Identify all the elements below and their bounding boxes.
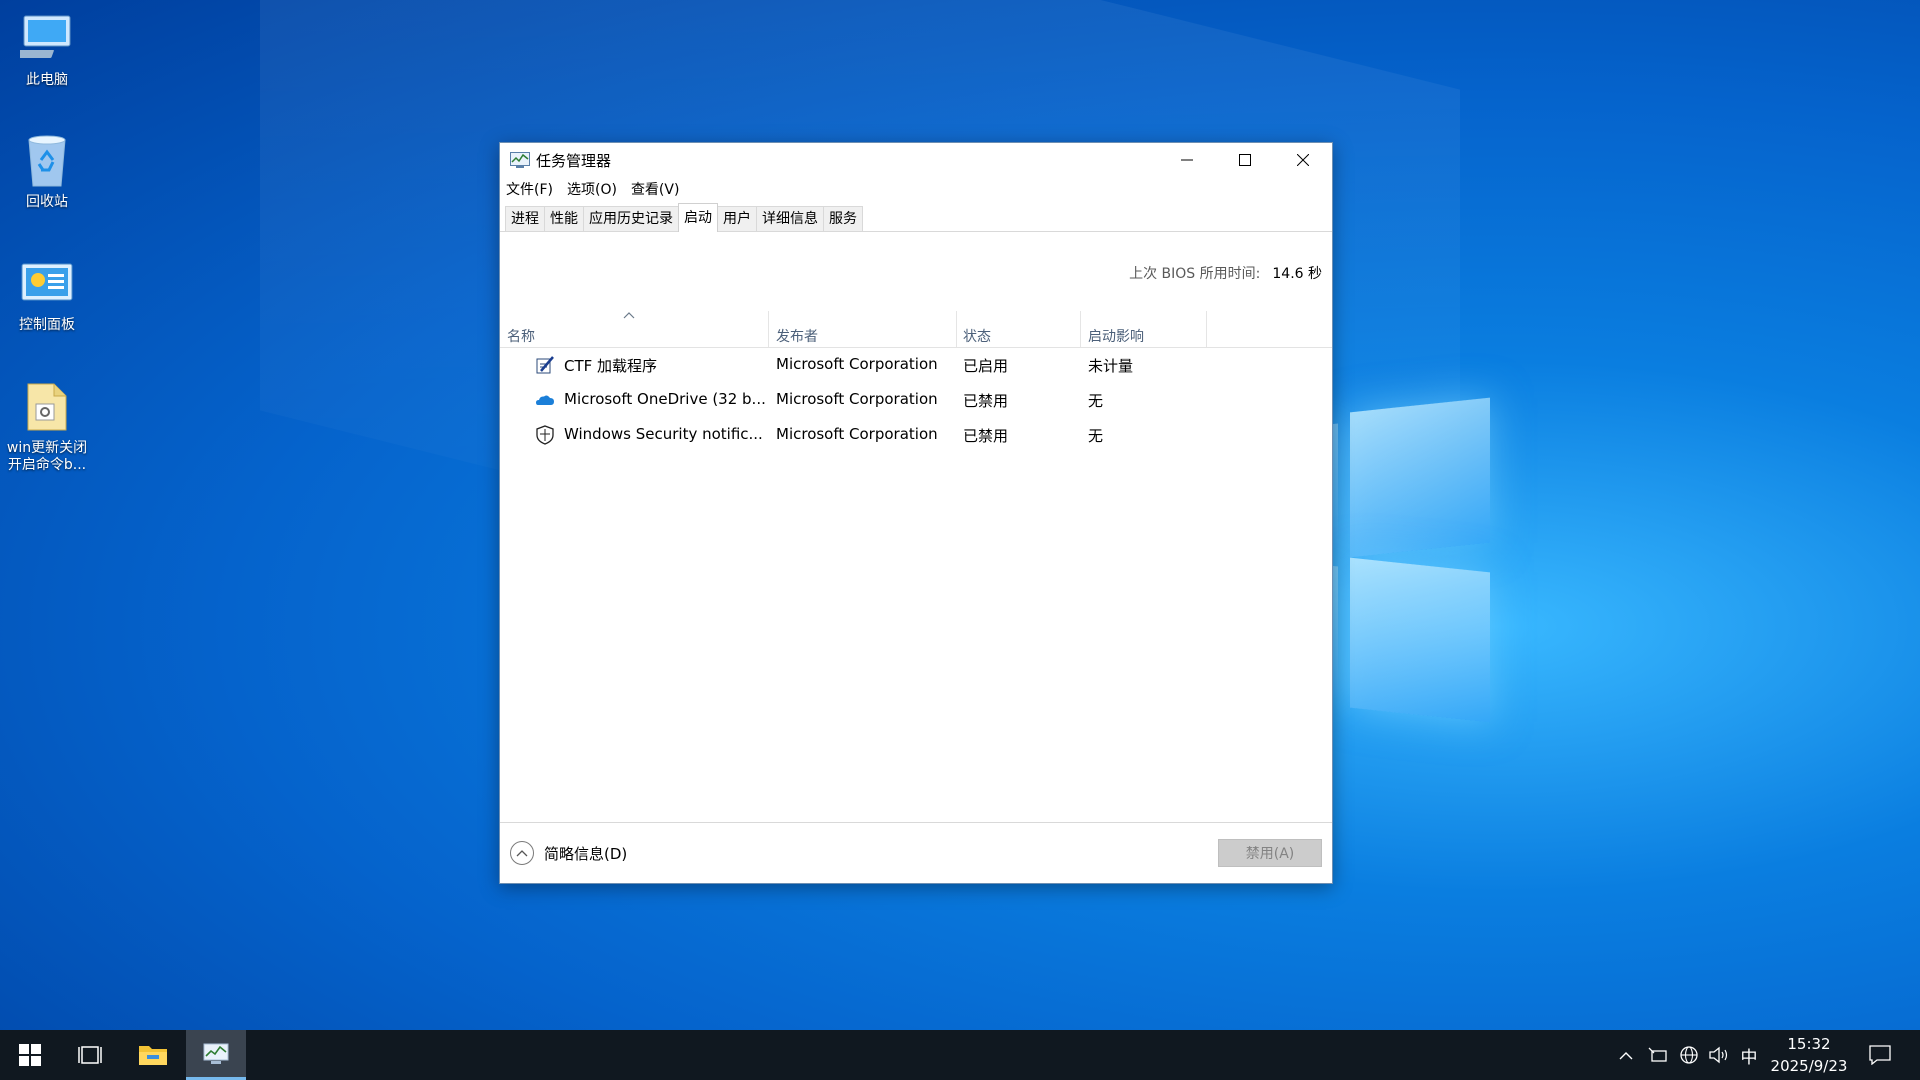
row-impact: 无	[1088, 392, 1104, 410]
ime-indicator[interactable]: 中	[1734, 1030, 1764, 1080]
bios-time-value: 14.6 秒	[1272, 266, 1322, 282]
column-header-impact[interactable]: 启动影响	[1088, 327, 1144, 347]
row-name: Windows Security notific...	[564, 425, 763, 443]
desktop-icon-recycle-bin[interactable]: 回收站	[4, 122, 90, 211]
sort-ascending-icon	[623, 312, 635, 319]
menu-bar: 文件(F) 选项(O) 查看(V)	[500, 177, 1332, 201]
network-wired-icon	[1648, 1047, 1667, 1062]
window-footer: 简略信息(D) 禁用(A)	[500, 822, 1332, 883]
task-view-icon	[78, 1046, 102, 1064]
control-panel-icon	[19, 255, 75, 311]
close-icon	[1297, 154, 1309, 166]
taskbar: 中 15:32 2025/9/23	[0, 1030, 1920, 1080]
task-manager-icon	[203, 1043, 229, 1064]
row-status: 已禁用	[963, 427, 1009, 445]
menu-options[interactable]: 选项(O)	[567, 179, 617, 199]
taskbar-task-manager-button[interactable]	[186, 1030, 246, 1080]
table-row[interactable]: CTF 加载程序 Microsoft Corporation 已启用 未计量	[500, 347, 1332, 382]
row-impact: 未计量	[1088, 357, 1134, 375]
bios-time: 上次 BIOS 所用时间: 14.6 秒	[1129, 263, 1322, 283]
chevron-up-icon	[510, 841, 534, 865]
close-button[interactable]	[1274, 143, 1332, 177]
minimize-button[interactable]	[1158, 143, 1216, 177]
row-impact: 无	[1088, 427, 1104, 445]
desktop-icon-control-panel[interactable]: 控制面板	[4, 245, 90, 334]
onedrive-cloud-icon	[536, 395, 554, 405]
language-tray-button[interactable]	[1674, 1030, 1704, 1080]
action-center-button[interactable]	[1860, 1030, 1900, 1080]
wallpaper-windows-logo	[1310, 380, 1660, 740]
tab-strip: 进程 性能 应用历史记录 启动 用户 详细信息 服务	[500, 201, 1332, 232]
desktop-icon-batch-file[interactable]: win更新关闭开启命令b...	[4, 368, 90, 474]
row-name: Microsoft OneDrive (32 b...	[564, 390, 766, 408]
network-tray-button[interactable]	[1644, 1030, 1672, 1080]
tab-details[interactable]: 详细信息	[756, 206, 824, 231]
folder-file-icon	[19, 378, 75, 434]
maximize-icon	[1239, 154, 1251, 166]
row-publisher: Microsoft Corporation	[776, 425, 938, 443]
minimize-icon	[1181, 159, 1193, 161]
start-button[interactable]	[0, 1030, 60, 1080]
title-bar[interactable]: 任务管理器	[500, 143, 1332, 177]
row-status: 已禁用	[963, 392, 1009, 410]
row-name: CTF 加载程序	[564, 357, 658, 375]
task-manager-window: 任务管理器 文件(F) 选项(O) 查看(V) 进程 性能 应用历史记录 启动 …	[499, 142, 1333, 884]
tab-startup[interactable]: 启动	[678, 203, 718, 232]
column-header-publisher[interactable]: 发布者	[776, 327, 818, 347]
disable-button[interactable]: 禁用(A)	[1218, 839, 1322, 867]
recycle-bin-icon	[19, 132, 75, 188]
shield-icon	[536, 425, 554, 445]
ctf-loader-icon	[536, 356, 554, 374]
task-view-button[interactable]	[60, 1030, 120, 1080]
row-status: 已启用	[963, 357, 1009, 375]
tab-users[interactable]: 用户	[717, 206, 757, 231]
window-title: 任务管理器	[536, 151, 612, 170]
table-row[interactable]: Windows Security notific... Microsoft Co…	[500, 417, 1332, 452]
clock-time: 15:32	[1787, 1035, 1831, 1053]
globe-icon	[1680, 1046, 1698, 1064]
maximize-button[interactable]	[1216, 143, 1274, 177]
fewer-details-button[interactable]: 简略信息(D)	[510, 841, 627, 865]
computer-icon	[19, 10, 75, 66]
tab-processes[interactable]: 进程	[505, 206, 545, 231]
chevron-up-icon	[1619, 1051, 1633, 1059]
row-publisher: Microsoft Corporation	[776, 355, 938, 373]
windows-start-icon	[19, 1044, 41, 1066]
row-publisher: Microsoft Corporation	[776, 390, 938, 408]
task-manager-icon	[510, 152, 530, 168]
volume-tray-button[interactable]	[1704, 1030, 1734, 1080]
clock[interactable]: 15:32 2025/9/23	[1766, 1033, 1852, 1077]
tab-services[interactable]: 服务	[823, 206, 863, 231]
file-explorer-button[interactable]	[123, 1030, 183, 1080]
bios-time-label: 上次 BIOS 所用时间:	[1129, 266, 1261, 282]
column-header-name[interactable]: 名称	[507, 327, 535, 347]
tab-performance[interactable]: 性能	[544, 206, 584, 231]
tab-app-history[interactable]: 应用历史记录	[583, 206, 679, 231]
column-header-row: 名称 发布者 状态 启动影响	[500, 311, 1332, 348]
file-explorer-icon	[139, 1046, 167, 1065]
column-header-status[interactable]: 状态	[963, 327, 991, 347]
menu-view[interactable]: 查看(V)	[631, 179, 680, 199]
fewer-details-label: 简略信息(D)	[544, 844, 628, 863]
desktop-icon-label: 回收站	[26, 194, 68, 210]
clock-date: 2025/9/23	[1770, 1057, 1848, 1075]
speaker-icon	[1709, 1046, 1728, 1064]
notification-icon	[1869, 1045, 1891, 1065]
show-hidden-icons-button[interactable]	[1612, 1030, 1640, 1080]
desktop-icon-label: 控制面板	[19, 317, 75, 333]
menu-file[interactable]: 文件(F)	[506, 179, 553, 199]
desktop-icon-label: win更新关闭开启命令b...	[6, 440, 88, 473]
table-row[interactable]: Microsoft OneDrive (32 b... Microsoft Co…	[500, 382, 1332, 417]
desktop-icon-label: 此电脑	[26, 72, 68, 88]
desktop-icon-this-pc[interactable]: 此电脑	[4, 0, 90, 89]
